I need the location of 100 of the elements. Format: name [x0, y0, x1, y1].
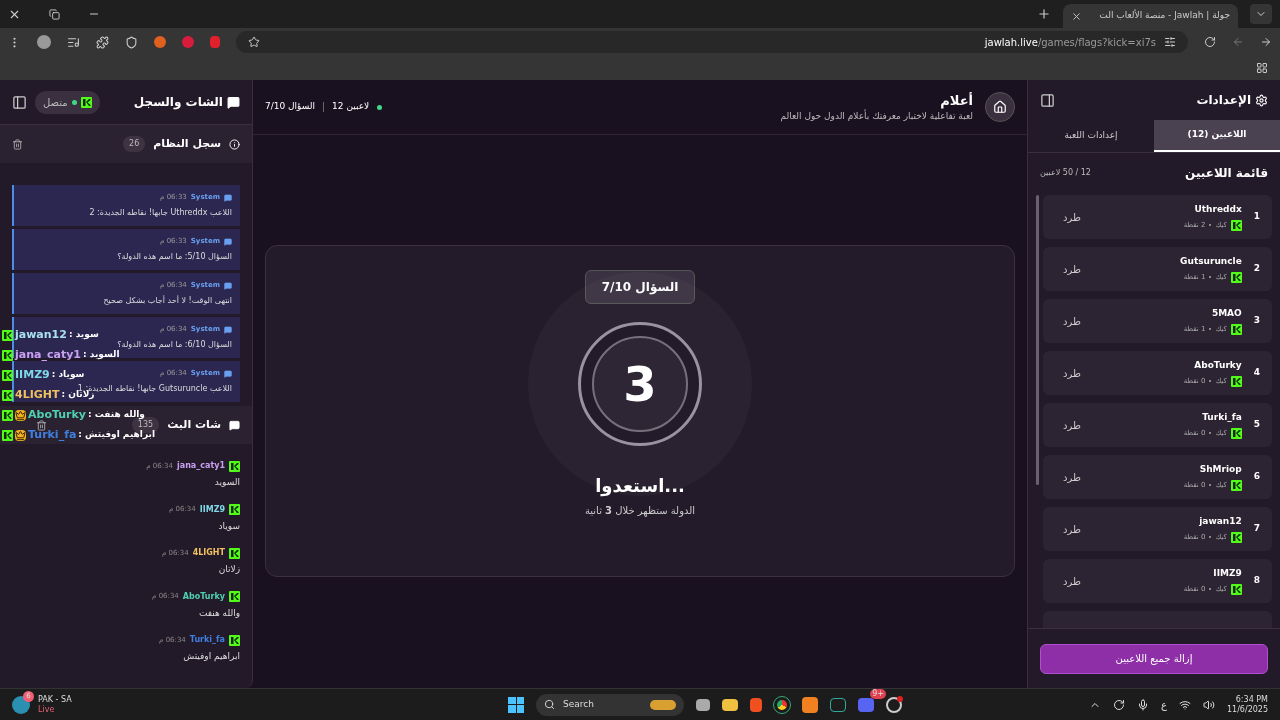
reload-icon[interactable] [1204, 36, 1216, 48]
message-text: سوياد [218, 519, 240, 533]
logo-icon [1230, 375, 1242, 387]
remove-all-button[interactable]: إزالة جميع اللاعبين [1040, 643, 1268, 674]
chat-username: IIMZ9 [199, 503, 225, 516]
player-count: 12 لاعبين [332, 100, 370, 114]
network-icon[interactable] [1178, 698, 1191, 711]
close-tab-icon[interactable] [1071, 10, 1082, 22]
search-icon [544, 699, 555, 710]
kick-button[interactable]: طرد [1055, 417, 1089, 433]
logo-icon [1230, 271, 1242, 283]
start-icon[interactable] [508, 696, 524, 713]
kick-button[interactable]: طرد [1055, 469, 1089, 485]
site-settings-icon[interactable] [1164, 36, 1176, 48]
collapse-icon[interactable] [1040, 92, 1055, 108]
kick-button[interactable]: طرد [1055, 521, 1089, 537]
kick-button[interactable]: طرد [1055, 209, 1089, 225]
info-icon [229, 138, 240, 150]
player-name: ShMriop [1199, 463, 1242, 477]
home-button[interactable] [985, 92, 1015, 122]
player-name: Gutsuruncle [1180, 255, 1242, 269]
bot-icon [224, 193, 232, 202]
chat-username: AboTurky [182, 590, 225, 603]
kick-button[interactable]: طرد [1055, 261, 1089, 277]
browser-tab[interactable]: جولة | Jawlah - منصة الألعاب الت [1063, 4, 1238, 28]
game-subtitle: لعبة تفاعلية لاختبار معرفتك بأعلام الدول حول العالم [780, 110, 973, 124]
kick-button[interactable]: طرد [1055, 573, 1089, 589]
overlay-message: السويد : [83, 349, 120, 362]
message-text: السؤال 6/10: ما اسم هذه الدولة؟ [117, 338, 232, 350]
player-name: jawan12 [1199, 515, 1242, 529]
card-heading: استعدوا... [595, 474, 685, 499]
collapse-icon[interactable] [12, 94, 27, 110]
kick-button[interactable]: طرد [1055, 365, 1089, 381]
profile-avatar[interactable] [37, 35, 51, 49]
list-count: 12 / 50 لاعبين [1040, 167, 1091, 179]
overlay-username: Turki_fa [28, 426, 77, 443]
clock-date: 11/6/2025 [1226, 705, 1268, 714]
logo-icon [2, 329, 13, 341]
input-language[interactable]: ع [1161, 697, 1167, 712]
playlist-icon[interactable] [67, 35, 80, 49]
player-rank: 1 [1253, 210, 1260, 224]
section-title: سجل النظام [153, 135, 221, 152]
panel-title: الإعدادات [1196, 92, 1251, 109]
new-tab-icon[interactable] [1037, 7, 1051, 21]
chat-username: Turki_fa [189, 634, 225, 646]
overlay-message: سوياد : [51, 368, 85, 382]
message-text: السؤال 5/10: ما اسم هذه الدولة؟ [117, 250, 232, 263]
message-text: اللاعب Uthreddx جابها! نقاطه الجديدة: 2 [89, 206, 232, 219]
tab[interactable]: إعدادات اللعبة [1028, 120, 1154, 152]
forward-icon[interactable] [1260, 36, 1272, 48]
overlay-username: AboTurky [28, 406, 86, 423]
restore-icon[interactable] [49, 8, 60, 20]
overlay-username: IIMZ9 [15, 366, 50, 383]
player-rank: 6 [1253, 470, 1260, 484]
overlay-message: سويد : [68, 328, 99, 342]
chat-username: jana_caty1 [177, 460, 225, 472]
logo-icon [1230, 427, 1242, 439]
stream-status: Live [38, 705, 56, 714]
chat-icon [227, 95, 240, 109]
player-name: Uthreddx [1194, 203, 1242, 217]
logo-icon [1230, 323, 1242, 335]
scrollbar[interactable] [1036, 195, 1039, 485]
clock-time: 6:34 PM [1235, 695, 1268, 704]
logo-icon [1230, 219, 1242, 231]
question-counter: السؤال 7/10 [265, 100, 316, 114]
volume-icon[interactable] [1202, 698, 1215, 711]
player-name: 5MAO [1211, 307, 1242, 321]
logo-icon [2, 349, 13, 361]
tab-title: جولة | Jawlah - منصة الألعاب الت [1099, 9, 1230, 23]
kick-button[interactable]: طرد [1055, 313, 1089, 329]
message-text: انتهى الوقت! لا أحد أجاب بشكل صحيح [103, 294, 232, 307]
tab-menu-button[interactable] [1250, 4, 1272, 24]
stream-title: PAK - SA [38, 695, 72, 704]
bookmark-icon[interactable] [248, 36, 260, 48]
overlay-username: jawan12 [15, 326, 67, 343]
extensions-icon[interactable] [96, 35, 109, 49]
bot-icon [224, 237, 232, 246]
message-text: والله هنفت [198, 606, 240, 620]
overlay-username: 4LIGHT [15, 386, 60, 403]
tab[interactable]: اللاعبين (12) [1154, 120, 1280, 152]
logo-icon [1230, 531, 1242, 543]
settings-icon [1255, 93, 1268, 107]
browser-icon[interactable] [774, 696, 790, 713]
logo-icon [229, 634, 240, 646]
sync-icon[interactable] [1113, 698, 1125, 711]
logo-icon [2, 409, 13, 421]
panel-title: الشات والسجل [133, 94, 223, 111]
taskbar-search[interactable]: Search [536, 693, 684, 716]
trash-icon[interactable] [12, 138, 23, 150]
apps-icon[interactable] [1256, 62, 1268, 74]
game-title: أعلام [940, 91, 973, 110]
microphone-icon[interactable] [1137, 698, 1149, 711]
player-rank: 8 [1253, 574, 1260, 588]
player-name: AboTurky [1194, 359, 1242, 373]
shield-icon[interactable] [125, 35, 138, 49]
player-rank: 3 [1253, 314, 1260, 328]
player-name: IIMZ9 [1213, 567, 1242, 581]
trash-icon[interactable] [36, 419, 47, 431]
count-badge: 26 [123, 136, 146, 152]
address-bar[interactable]: jawlah.live/games/flags?kick=xi7s [236, 31, 1188, 53]
